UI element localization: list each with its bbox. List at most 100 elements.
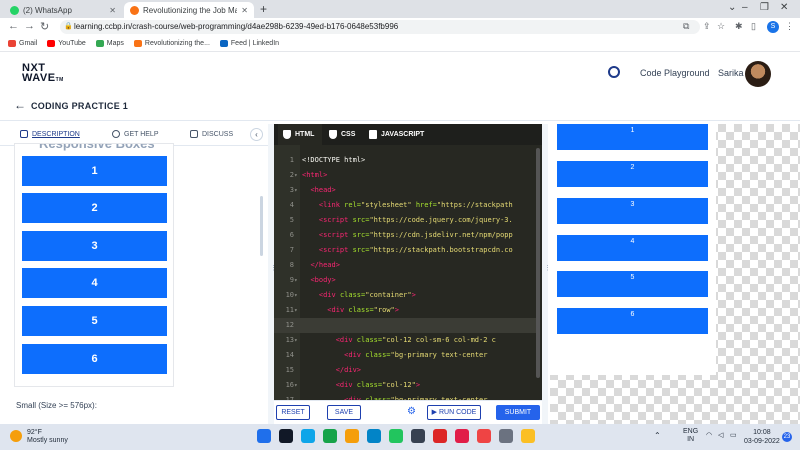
- bookmark-star-icon[interactable]: ☆: [717, 21, 725, 32]
- taskbar-app-icon[interactable]: [323, 429, 337, 443]
- code-line[interactable]: 7 <script src="https://stackpath.bootstr…: [274, 243, 536, 258]
- code-line[interactable]: 5 <script src="https://code.jquery.com/j…: [274, 213, 536, 228]
- taskbar-app-icon[interactable]: [367, 429, 381, 443]
- run-code-button[interactable]: ▶ RUN CODE: [427, 405, 481, 420]
- tab-discuss[interactable]: DISCUSS: [190, 130, 233, 138]
- bookmark-revolutionizing[interactable]: Revolutionizing the...: [133, 40, 210, 47]
- code-line[interactable]: 11▾ <div class="row">: [274, 303, 536, 318]
- taskbar-app-icon[interactable]: [345, 429, 359, 443]
- fold-toggle-icon[interactable]: ▾: [294, 378, 302, 393]
- user-name[interactable]: Sarika: [718, 68, 744, 78]
- extensions-icon[interactable]: ✱: [735, 21, 743, 32]
- taskbar-app-icon[interactable]: [411, 429, 425, 443]
- code-line[interactable]: 15 </div>: [274, 363, 536, 378]
- browser-tab-whatsapp[interactable]: (2) WhatsApp ✕: [4, 2, 122, 18]
- taskbar-app-icon[interactable]: [433, 429, 447, 443]
- bookmark-label: YouTube: [58, 40, 86, 47]
- code-line[interactable]: 6 <script src="https://cdn.jsdelivr.net/…: [274, 228, 536, 243]
- bookmark-gmail[interactable]: Gmail: [8, 40, 37, 47]
- back-arrow-icon[interactable]: ←: [14, 98, 26, 112]
- tab-javascript[interactable]: JAVASCRIPT: [364, 124, 429, 145]
- tab-html[interactable]: HTML: [278, 124, 322, 145]
- fold-toggle-icon[interactable]: ▾: [294, 273, 302, 288]
- fold-toggle-icon[interactable]: ▾: [294, 303, 302, 318]
- logo-line2: WAVE: [22, 72, 56, 84]
- preview-box: 2: [22, 193, 167, 223]
- weather-widget[interactable]: 92°F Mostly sunny: [27, 429, 68, 445]
- forward-arrow-icon[interactable]: →: [24, 20, 35, 32]
- nxtwave-logo[interactable]: NXT WAVETM: [22, 63, 64, 85]
- code-line[interactable]: 12: [274, 318, 536, 333]
- bookmark-youtube[interactable]: YouTube: [47, 40, 86, 47]
- code-line[interactable]: 3▾ <head>: [274, 183, 536, 198]
- html5-icon: [283, 130, 291, 139]
- code-line[interactable]: 2▾ <html>: [274, 168, 536, 183]
- install-icon[interactable]: ⧉: [683, 21, 689, 32]
- code-playground-link[interactable]: Code Playground: [640, 68, 710, 78]
- tab-description[interactable]: DESCRIPTION: [20, 130, 80, 138]
- minimize-icon[interactable]: –: [742, 2, 748, 13]
- taskbar-app-icon[interactable]: [499, 429, 513, 443]
- clock[interactable]: 10:08 03-09-2022: [744, 428, 780, 446]
- collapse-pane-button[interactable]: ‹: [250, 128, 263, 141]
- scrollbar[interactable]: [260, 196, 263, 256]
- language-indicator[interactable]: ENG IN: [683, 428, 698, 444]
- save-button[interactable]: SAVE: [327, 405, 361, 420]
- chevron-down-icon[interactable]: ⌄: [728, 2, 736, 13]
- close-icon[interactable]: ✕: [109, 6, 116, 15]
- back-arrow-icon[interactable]: ←: [8, 20, 19, 32]
- code-line[interactable]: 10▾ <div class="container">: [274, 288, 536, 303]
- taskbar-app-icon[interactable]: [301, 429, 315, 443]
- code-line[interactable]: 1 <!DOCTYPE html>: [274, 153, 536, 168]
- browser-tab-active[interactable]: Revolutionizing the Job Market | ✕: [124, 2, 254, 18]
- new-tab-icon[interactable]: +: [260, 2, 267, 16]
- taskbar-app-icon[interactable]: [389, 429, 403, 443]
- code-token: <head>: [310, 186, 336, 194]
- resize-handle[interactable]: ⋮: [542, 124, 551, 424]
- bookmark-linkedin[interactable]: Feed | LinkedIn: [219, 40, 279, 47]
- output-box: 5: [557, 271, 708, 297]
- fold-toggle-icon[interactable]: ▾: [294, 333, 302, 348]
- avatar[interactable]: [745, 61, 771, 87]
- chevron-up-icon[interactable]: ⌃: [654, 431, 661, 440]
- taskbar-app-icon[interactable]: [521, 429, 535, 443]
- tab-get-help[interactable]: GET HELP: [112, 130, 159, 138]
- bookmark-maps[interactable]: Maps: [95, 40, 124, 47]
- weather-sun-icon[interactable]: [10, 430, 22, 442]
- code-line[interactable]: 8 </head>: [274, 258, 536, 273]
- code-line[interactable]: 14 <div class="bg-primary text-center: [274, 348, 536, 363]
- code-editor[interactable]: HTML CSS JAVASCRIPT 1 <!DOCTYPE html> 2▾ <h…: [274, 124, 542, 424]
- timer-icon[interactable]: [608, 66, 620, 78]
- tab-css[interactable]: CSS: [324, 124, 360, 145]
- notification-badge[interactable]: 23: [782, 432, 792, 442]
- close-window-icon[interactable]: ✕: [780, 2, 788, 13]
- taskbar-app-icon[interactable]: [455, 429, 469, 443]
- profile-avatar[interactable]: S: [767, 21, 779, 33]
- app-header: NXT WAVETM Code Playground Sarika: [0, 53, 800, 93]
- close-icon[interactable]: ✕: [241, 6, 248, 15]
- reset-button[interactable]: RESET: [276, 405, 310, 420]
- share-icon[interactable]: ⇪: [703, 21, 711, 32]
- speaker-icon[interactable]: ◁: [718, 431, 723, 439]
- side-panel-icon[interactable]: ▯: [751, 21, 756, 32]
- restore-icon[interactable]: ❐: [760, 2, 769, 13]
- gear-icon[interactable]: ⚙: [407, 406, 416, 417]
- scrollbar[interactable]: [536, 148, 540, 378]
- code-line[interactable]: 9▾ <body>: [274, 273, 536, 288]
- code-line[interactable]: 4 <link rel="stylesheet" href="https://s…: [274, 198, 536, 213]
- battery-icon[interactable]: ▭: [730, 431, 737, 439]
- code-line[interactable]: 13▾ <div class="col-12 col-sm-6 col-md-2…: [274, 333, 536, 348]
- wifi-icon[interactable]: ◠: [706, 431, 712, 439]
- fold-toggle-icon[interactable]: ▾: [294, 168, 302, 183]
- submit-button[interactable]: SUBMIT: [496, 405, 540, 420]
- kebab-menu-icon[interactable]: ⋮: [785, 21, 794, 32]
- code-line[interactable]: 16▾ <div class="col-12">: [274, 378, 536, 393]
- taskbar-app-icon[interactable]: [257, 429, 271, 443]
- reload-icon[interactable]: ↻: [40, 20, 49, 33]
- taskbar-app-icon[interactable]: [279, 429, 293, 443]
- url-input[interactable]: 🔒 learning.ccbp.in/crash-course/web-prog…: [60, 20, 700, 34]
- taskbar-app-icon[interactable]: [477, 429, 491, 443]
- fold-toggle-icon[interactable]: ▾: [294, 288, 302, 303]
- fold-toggle-icon[interactable]: ▾: [294, 183, 302, 198]
